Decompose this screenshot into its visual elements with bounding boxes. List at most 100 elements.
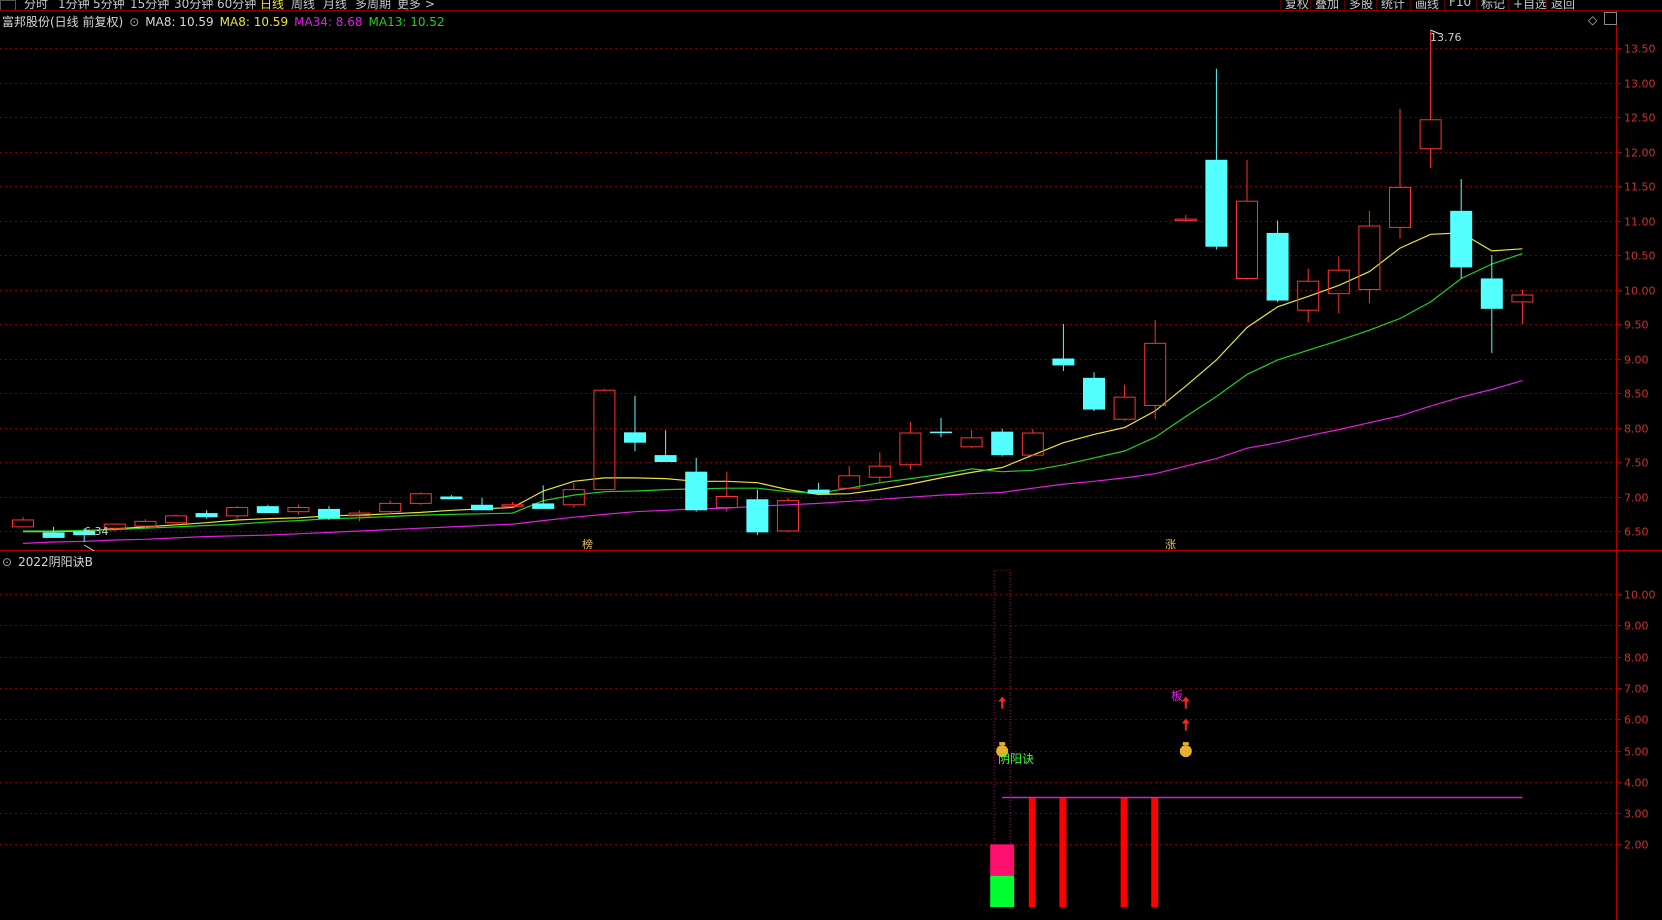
candle-body-up [501, 504, 524, 507]
indicator-header: ⊙ 2022阴阳诀B [2, 553, 99, 570]
candle-body-up [165, 515, 187, 524]
candle-body-up [1358, 225, 1381, 291]
candle-body-up [379, 502, 402, 513]
stock-name: 富邦股份(日线 前复权) [2, 15, 124, 29]
price-tick-label: 7.50 [1624, 457, 1649, 470]
ma-label: MA8: 10.59 [145, 15, 214, 29]
price-tick-label: 11.00 [1624, 216, 1656, 229]
price-tick-label: 6.50 [1624, 526, 1649, 539]
indicator-collapse-icon[interactable]: ⊙ [2, 555, 12, 569]
candle-body-up [593, 389, 616, 491]
signal-bar-green [990, 875, 1015, 907]
kline-chart[interactable]: 13.50 13.00 12.50 12.00 11.50 11.00 10.50 10.00… [0, 0, 1662, 920]
high-price-label: 13.76 [1430, 31, 1462, 44]
candle-body-up [868, 465, 891, 478]
money-bag-icon [1179, 745, 1192, 758]
candle-body-down [440, 496, 463, 500]
candle-body-up [715, 496, 738, 509]
ma34-label: MA34: 8.68 [294, 15, 363, 29]
candle-body-down [1052, 358, 1075, 366]
board-text: 板 [1171, 689, 1183, 703]
candle-body-up [134, 520, 157, 527]
indicator-panel [990, 569, 1523, 907]
candle-body-down [930, 431, 952, 434]
indicator-tick-label: 6.00 [1624, 714, 1649, 727]
price-tick-label: 11.50 [1624, 181, 1656, 194]
price-tick-label: 8.00 [1624, 423, 1649, 436]
candle-body-down [1205, 159, 1228, 247]
candle-body-up [1144, 342, 1167, 406]
signal-bar-pink [990, 844, 1015, 876]
price-tick-label: 10.00 [1624, 285, 1656, 298]
main-chart-header: 富邦股份(日线 前复权) ⊙ MA8: 10.59 MA8: 10.59 MA34: 8… [2, 13, 451, 30]
window-icon[interactable] [1604, 12, 1617, 25]
low-price-label: 6.34 [84, 525, 109, 538]
chart-frame [0, 10, 1662, 920]
annotations: 13.76 6.34 榜 涨 阴阳诀 板 [83, 29, 1462, 766]
money-bag-knot [999, 742, 1006, 746]
indicator-tick-label: 3.00 [1624, 808, 1649, 821]
candle-body-down [532, 503, 555, 509]
candle-body-down [624, 432, 646, 443]
marker-rise: 涨 [1165, 538, 1176, 551]
candle-body-down [1480, 278, 1503, 309]
candle-body-up [226, 507, 249, 517]
price-tick-label: 13.50 [1624, 43, 1656, 56]
candle-body-up [1511, 294, 1534, 303]
candle-body-up [287, 507, 310, 513]
price-tick-label: 9.50 [1624, 319, 1649, 332]
indicator-tick-label: 8.00 [1624, 652, 1649, 665]
indicator-bar-red [1059, 797, 1067, 907]
candle-body-down [807, 489, 830, 494]
candle-body-down [654, 455, 677, 462]
candle-body-up [1174, 218, 1197, 222]
candle-body-down [471, 504, 493, 511]
candle-body-down [991, 431, 1014, 456]
candle-body-up [409, 493, 432, 504]
price-tick-label: 10.50 [1624, 250, 1656, 263]
candle-body-down [195, 513, 218, 518]
marker-rank: 榜 [582, 537, 593, 551]
price-tick-label: 12.50 [1624, 112, 1656, 125]
candle-body-down [1266, 232, 1289, 301]
indicator-tick-label: 2.00 [1624, 839, 1649, 852]
price-tick-label: 12.00 [1624, 147, 1656, 160]
signal-text: 阴阳诀 [998, 752, 1034, 766]
moving-averages [22, 232, 1523, 544]
candle-body-down [42, 532, 65, 538]
collapse-icon[interactable]: ⊙ [129, 15, 139, 29]
price-axis: 13.50 13.00 12.50 12.00 11.50 11.00 10.50 10.00… [1616, 43, 1656, 852]
candle-body-up [960, 437, 983, 448]
indicator-tick-label: 7.00 [1624, 683, 1649, 696]
candlesticks [12, 30, 1534, 543]
price-tick-label: 9.00 [1624, 354, 1649, 367]
candle-body-down [256, 506, 279, 514]
indicator-bar-red [1151, 797, 1159, 907]
candle-body-down [685, 471, 708, 511]
diamond-icon[interactable]: ◇ [1588, 13, 1597, 27]
candle-body-up [12, 519, 34, 528]
candle-body-up [1419, 119, 1442, 150]
ma8-label: MA8: 10.59 [219, 15, 289, 29]
indicator-name: 2022阴阳诀B [18, 555, 93, 569]
candle-body-down [1083, 377, 1105, 410]
candle-body-down [746, 499, 769, 533]
candle-body-down [1450, 210, 1473, 268]
candle-body-up [899, 432, 922, 466]
money-bag-knot [1182, 742, 1189, 746]
candle-body-up [1113, 396, 1136, 420]
indicator-bar-red [1120, 797, 1128, 907]
indicator-tick-label: 10.00 [1624, 589, 1656, 602]
indicator-tick-label: 5.00 [1624, 746, 1649, 759]
price-tick-label: 8.50 [1624, 388, 1649, 401]
ma13-label: MA13: 10.52 [368, 15, 445, 29]
ma8-line [23, 232, 1523, 533]
candle-body-up [1236, 200, 1258, 279]
candle-body-up [1297, 280, 1320, 311]
indicator-tick-label: 4.00 [1624, 777, 1649, 790]
price-tick-label: 7.00 [1624, 492, 1649, 505]
candle-body-down [318, 508, 340, 519]
chart-grid [0, 48, 1616, 845]
indicator-tick-label: 9.00 [1624, 620, 1649, 633]
indicator-bar-red [1028, 797, 1036, 907]
